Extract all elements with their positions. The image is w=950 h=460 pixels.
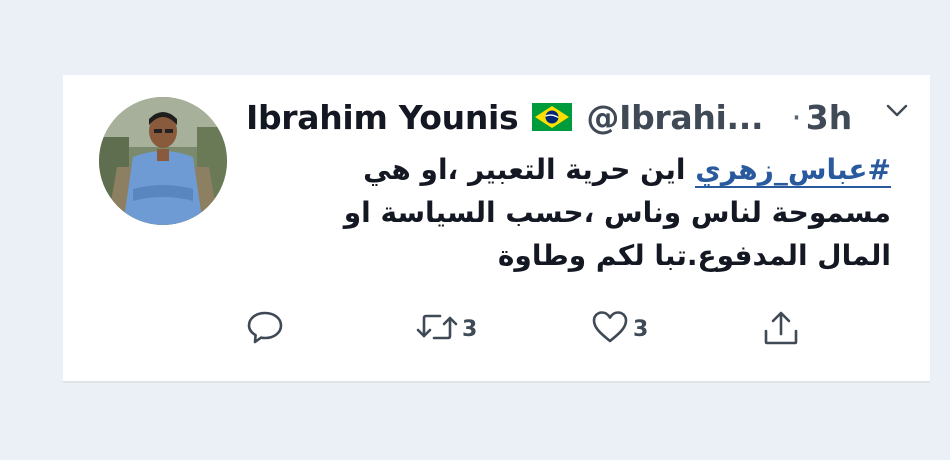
reply-icon	[246, 309, 284, 349]
chevron-down-icon[interactable]	[886, 103, 908, 122]
share-icon	[762, 309, 800, 351]
tweet-text-line-1-rest: اين حرية التعبير ،او هي	[363, 153, 696, 186]
tweet-actions: 3 3	[63, 309, 930, 349]
tweet-text-line-3: المال المدفوع.تبا لكم وطاوة	[497, 239, 891, 272]
author-name[interactable]: Ibrahim Younis	[246, 98, 519, 137]
retweet-icon	[416, 309, 458, 349]
tweet-text: #عباس_زهري اين حرية التعبير ،او هي مسموح…	[343, 148, 891, 277]
heart-icon	[591, 309, 629, 349]
retweet-count: 3	[462, 316, 478, 342]
avatar[interactable]	[99, 97, 227, 225]
tweet-text-line-2: مسموحة لناس وناس ،حسب السياسة او	[343, 196, 891, 229]
share-button[interactable]	[762, 309, 800, 351]
tweet-header: Ibrahim Younis @Ibrahi... · 3h	[246, 93, 852, 141]
tweet-text-line-1: #عباس_زهري اين حرية التعبير ،او هي	[363, 148, 891, 191]
tweet-card[interactable]: Ibrahim Younis @Ibrahi... · 3h #عباس_زهر…	[63, 75, 930, 383]
separator-dot: ·	[791, 97, 802, 137]
like-button[interactable]: 3	[591, 309, 648, 349]
author-handle[interactable]: @Ibrahi...	[586, 98, 763, 137]
reply-button[interactable]	[246, 309, 284, 349]
timestamp[interactable]: 3h	[806, 98, 852, 137]
hashtag-link[interactable]: #عباس_زهري	[695, 153, 891, 188]
like-count: 3	[633, 316, 649, 342]
brazil-flag-icon	[532, 103, 573, 131]
retweet-button[interactable]: 3	[416, 309, 477, 349]
